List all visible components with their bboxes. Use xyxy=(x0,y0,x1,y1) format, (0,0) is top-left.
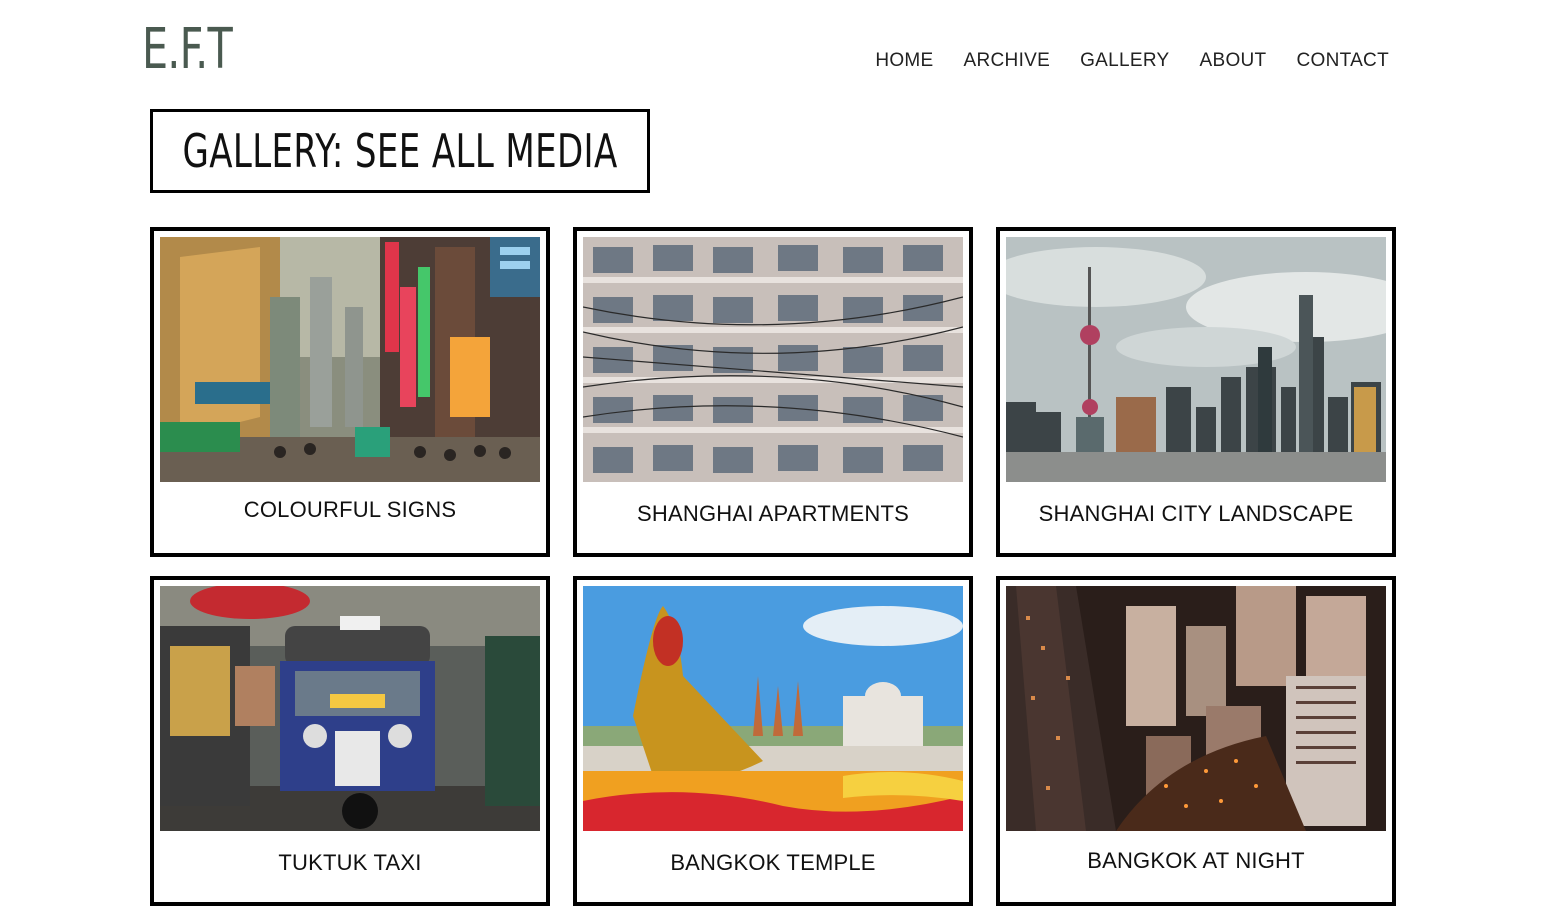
bangkok-temple-flowers-photo[interactable] xyxy=(583,586,963,831)
card-caption: BANGKOK AT NIGHT xyxy=(1087,848,1305,873)
card-caption: TUKTUK TAXI xyxy=(278,850,422,875)
apartment-building-facade-photo[interactable] xyxy=(583,237,963,482)
page-title: GALLERY: SEE ALL MEDIA xyxy=(182,124,618,178)
gallery-card-shanghai-apartments[interactable]: SHANGHAI APARTMENTS xyxy=(573,227,973,557)
tuktuk-taxi-photo[interactable] xyxy=(160,586,540,831)
card-caption: SHANGHAI APARTMENTS xyxy=(637,501,909,526)
gallery-card-bangkok-at-night[interactable]: BANGKOK AT NIGHT xyxy=(996,576,1396,906)
page: E.F.T HOME ARCHIVE GALLERY ABOUT CONTACT… xyxy=(0,0,1542,920)
card-caption: BANGKOK TEMPLE xyxy=(670,850,876,875)
site-logo[interactable]: E.F.T xyxy=(142,18,233,82)
main-nav: HOME ARCHIVE GALLERY ABOUT CONTACT xyxy=(875,50,1389,72)
nav-contact[interactable]: CONTACT xyxy=(1296,50,1389,72)
gallery-card-tuktuk-taxi[interactable]: TUKTUK TAXI xyxy=(150,576,550,906)
nav-about[interactable]: ABOUT xyxy=(1200,50,1267,72)
shanghai-skyline-photo[interactable] xyxy=(1006,237,1386,482)
card-caption: SHANGHAI CITY LANDSCAPE xyxy=(1038,501,1354,526)
page-title-box: GALLERY: SEE ALL MEDIA xyxy=(150,109,650,193)
nav-home[interactable]: HOME xyxy=(875,50,933,72)
card-caption: COLOURFUL SIGNS xyxy=(243,497,457,522)
shanghai-street-neon-signs-photo[interactable] xyxy=(160,237,540,482)
bangkok-night-aerial-photo[interactable] xyxy=(1006,586,1386,831)
gallery-card-shanghai-city-landscape[interactable]: SHANGHAI CITY LANDSCAPE xyxy=(996,227,1396,557)
nav-archive[interactable]: ARCHIVE xyxy=(964,50,1051,72)
nav-gallery[interactable]: GALLERY xyxy=(1080,50,1169,72)
gallery-card-colourful-signs[interactable]: COLOURFUL SIGNS xyxy=(150,227,550,557)
gallery-card-bangkok-temple[interactable]: BANGKOK TEMPLE xyxy=(573,576,973,906)
